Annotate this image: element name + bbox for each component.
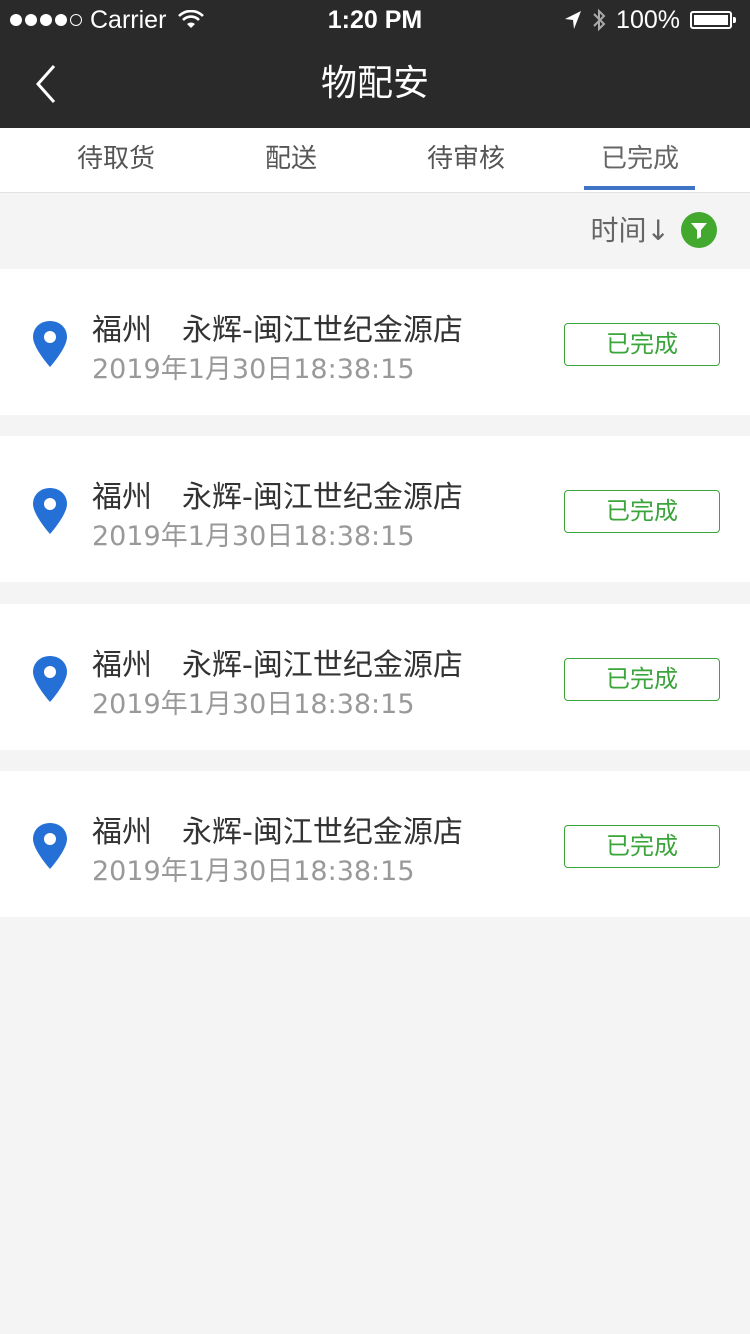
location-arrow-icon bbox=[565, 11, 582, 29]
bluetooth-icon bbox=[593, 8, 606, 32]
nav-bar: 物配安 bbox=[0, 40, 750, 128]
tab-bar: 待取货 配送 待审核 已完成 bbox=[0, 128, 750, 193]
active-tab-indicator bbox=[584, 186, 695, 190]
order-time: 2019年1月30日18:38:15 bbox=[92, 689, 415, 720]
location-pin-icon bbox=[33, 321, 67, 367]
status-badge[interactable]: 已完成 bbox=[564, 323, 720, 366]
status-badge[interactable]: 已完成 bbox=[564, 825, 720, 868]
filter-icon[interactable] bbox=[681, 212, 717, 248]
store-name: 福州 永辉-闽江世纪金源店 bbox=[92, 313, 463, 348]
sort-by-time-button[interactable]: 时间↓ bbox=[591, 209, 670, 249]
order-card[interactable]: 福州 永辉-闽江世纪金源店 2019年1月30日18:38:15 已完成 bbox=[0, 604, 750, 750]
order-card[interactable]: 福州 永辉-闽江世纪金源店 2019年1月30日18:38:15 已完成 bbox=[0, 269, 750, 415]
status-badge[interactable]: 已完成 bbox=[564, 658, 720, 701]
tab-pending-pickup[interactable]: 待取货 bbox=[56, 128, 176, 192]
status-bar: Carrier 1:20 PM 100% bbox=[0, 0, 750, 40]
sort-bar: 时间↓ bbox=[0, 193, 750, 269]
order-time: 2019年1月30日18:38:15 bbox=[92, 521, 415, 552]
battery-label: 100% bbox=[616, 5, 680, 34]
store-name: 福州 永辉-闽江世纪金源店 bbox=[92, 648, 463, 683]
order-time: 2019年1月30日18:38:15 bbox=[92, 856, 415, 887]
location-pin-icon bbox=[33, 656, 67, 702]
location-pin-icon bbox=[33, 488, 67, 534]
tab-pending-review[interactable]: 待审核 bbox=[406, 128, 526, 192]
order-time: 2019年1月30日18:38:15 bbox=[92, 354, 415, 385]
order-card[interactable]: 福州 永辉-闽江世纪金源店 2019年1月30日18:38:15 已完成 bbox=[0, 771, 750, 917]
status-right: 100% bbox=[564, 5, 736, 34]
page-title: 物配安 bbox=[320, 63, 429, 104]
store-name: 福州 永辉-闽江世纪金源店 bbox=[92, 815, 463, 850]
status-badge[interactable]: 已完成 bbox=[564, 490, 720, 533]
location-pin-icon bbox=[33, 823, 67, 869]
tab-completed[interactable]: 已完成 bbox=[580, 128, 700, 192]
battery-icon bbox=[690, 11, 736, 29]
store-name: 福州 永辉-闽江世纪金源店 bbox=[92, 480, 463, 515]
tab-delivery[interactable]: 配送 bbox=[231, 128, 351, 192]
order-card[interactable]: 福州 永辉-闽江世纪金源店 2019年1月30日18:38:15 已完成 bbox=[0, 436, 750, 582]
